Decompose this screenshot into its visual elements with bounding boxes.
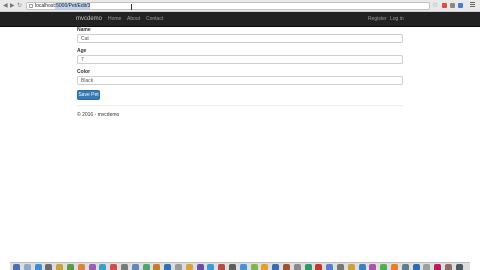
dock-app-icon[interactable] <box>326 264 334 270</box>
dock-app-icon[interactable] <box>380 264 388 270</box>
dock-app-icon[interactable] <box>142 264 150 270</box>
dock-app-icon[interactable] <box>391 264 398 270</box>
dock-app-icon[interactable] <box>434 264 442 270</box>
dock-app-icon[interactable] <box>56 264 64 270</box>
dock-app-icon[interactable] <box>283 264 290 270</box>
extension-icon[interactable] <box>442 3 447 8</box>
dock-app-icon[interactable] <box>337 264 344 270</box>
dock-app-icon[interactable] <box>185 264 193 270</box>
age-label: Age <box>77 48 87 54</box>
dock-app-icon[interactable] <box>110 264 118 270</box>
dock-app-icon[interactable] <box>272 264 280 270</box>
address-bar[interactable]: localhost:5000/Pet/Edit/3 <box>26 2 430 10</box>
dock-app-icon[interactable] <box>77 264 85 270</box>
dock-app-icon[interactable] <box>412 264 420 270</box>
dock-app-icon[interactable] <box>23 264 31 270</box>
dock-app-icon[interactable] <box>196 264 204 270</box>
dock-app-icon[interactable] <box>423 264 431 270</box>
url-path: :5000/Pet/Edit/3 <box>54 3 91 9</box>
dock-app-icon[interactable] <box>229 264 236 270</box>
dock-app-icon[interactable] <box>121 264 128 270</box>
url-text[interactable]: localhost:5000/Pet/Edit/3 <box>35 3 91 10</box>
dock-app-icon[interactable] <box>455 264 463 270</box>
reload-icon[interactable]: ↻ <box>17 3 22 9</box>
save-pet-button[interactable]: Save Pet <box>77 90 100 100</box>
browser-toolbar: ◀ ▶ ↻ localhost:5000/Pet/Edit/3 ☆ <box>0 0 480 12</box>
dock-app-icon[interactable] <box>34 264 42 270</box>
url-host: localhost <box>35 3 55 9</box>
browser-menu-icon[interactable] <box>470 2 475 9</box>
name-field[interactable] <box>77 34 403 43</box>
brand-link[interactable]: mvcdemo <box>76 16 102 23</box>
nav-home[interactable]: Home <box>108 16 121 23</box>
page-info-icon[interactable] <box>29 4 33 8</box>
age-field[interactable] <box>77 55 403 64</box>
dock-app-icon[interactable] <box>304 264 312 270</box>
dock-app-icon[interactable] <box>67 264 74 270</box>
dock-app-icon[interactable] <box>239 264 247 270</box>
nav-about[interactable]: About <box>127 16 140 23</box>
color-field[interactable] <box>77 76 403 85</box>
dock-app-icon[interactable] <box>315 264 323 270</box>
nav-register[interactable]: Register <box>368 16 387 23</box>
nav-contact[interactable]: Contact <box>146 16 163 23</box>
dock-app-icon[interactable] <box>45 264 53 270</box>
dock-app-icon[interactable] <box>131 264 139 270</box>
dock-app-icon[interactable] <box>358 264 366 270</box>
site-navbar: mvcdemo Home About Contact Register Log … <box>0 12 480 27</box>
dock-app-icon[interactable] <box>153 264 161 270</box>
nav-login[interactable]: Log in <box>390 16 404 23</box>
dock-app-icon[interactable] <box>445 264 452 270</box>
dock-app-icon[interactable] <box>164 264 172 270</box>
dock-app-icon[interactable] <box>250 264 258 270</box>
extension-icon[interactable] <box>458 3 463 8</box>
bookmark-star-icon[interactable]: ☆ <box>432 2 438 9</box>
dock-app-icon[interactable] <box>99 264 107 270</box>
extension-icon[interactable] <box>450 3 455 8</box>
dock-app-icon[interactable] <box>175 264 182 270</box>
dock-app-icon[interactable] <box>347 264 355 270</box>
color-label: Color <box>77 69 91 75</box>
dock-app-icon[interactable] <box>218 264 226 270</box>
footer-text: © 2016 - mvcdemo <box>77 112 120 118</box>
dock-app-icon[interactable] <box>13 264 20 270</box>
back-icon[interactable]: ◀ <box>3 3 8 9</box>
dock-app-icon[interactable] <box>88 264 96 270</box>
divider <box>77 105 403 106</box>
text-cursor <box>131 4 132 10</box>
dock-app-icon[interactable] <box>207 264 215 270</box>
forward-icon[interactable]: ▶ <box>10 3 15 9</box>
dock-app-icon[interactable] <box>401 264 409 270</box>
dock <box>10 262 470 270</box>
dock-app-icon[interactable] <box>369 264 377 270</box>
dock-app-icon[interactable] <box>293 264 301 270</box>
name-label: Name <box>77 27 91 33</box>
dock-app-icon[interactable] <box>261 264 269 270</box>
